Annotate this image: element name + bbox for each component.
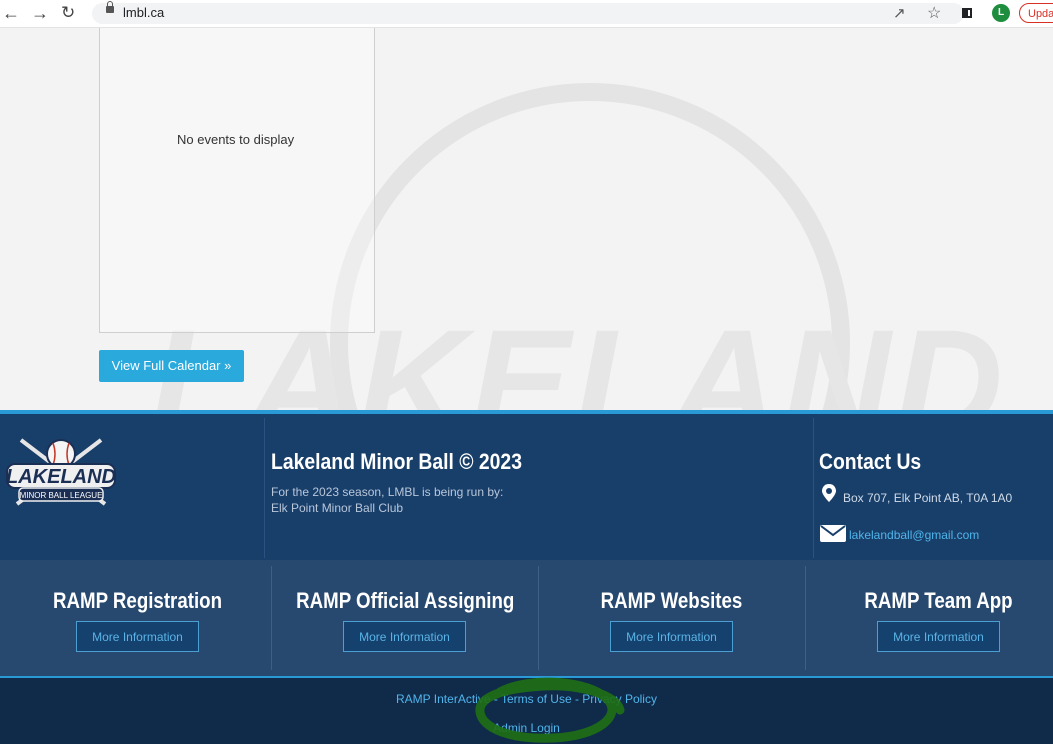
contact-title: Contact Us [819, 449, 922, 474]
address-bar[interactable] [92, 3, 964, 24]
ramp-products-bar [0, 560, 1053, 676]
ramp-team-app-title: RAMP Team App [864, 588, 1013, 613]
ramp-divider [538, 566, 539, 670]
ramp-team-app-more-button[interactable]: More Information [877, 621, 1000, 652]
footer-info: LAKELAND MINOR BALL LEAGUE Lakeland Mino… [0, 410, 1053, 560]
url-text[interactable]: lmbl.ca [123, 5, 164, 20]
browser-toolbar: ← → ↻ lmbl.ca ↗ ☆ L Upda [0, 0, 1053, 28]
footer-divider [813, 418, 814, 558]
footer-description: For the 2023 season, LMBL is being run b… [271, 484, 503, 516]
update-button[interactable]: Upda [1019, 3, 1053, 23]
green-scribble-annotation [475, 677, 625, 743]
profile-avatar[interactable]: L [992, 4, 1010, 22]
footer-title: Lakeland Minor Ball © 2023 [271, 449, 522, 474]
bookmark-star-icon[interactable]: ☆ [927, 3, 941, 23]
no-events-text: No events to display [177, 132, 295, 147]
ramp-websites-more-button[interactable]: More Information [610, 621, 733, 652]
location-pin-icon [822, 484, 836, 502]
view-full-calendar-button[interactable]: View Full Calendar » [99, 350, 244, 382]
ramp-registration-more-button[interactable]: More Information [76, 621, 199, 652]
lock-icon [106, 1, 114, 13]
ramp-divider [271, 566, 272, 670]
ramp-registration-title: RAMP Registration [52, 588, 223, 613]
calendar-panel [99, 28, 375, 333]
ramp-official-assigning-title: RAMP Official Assigning [296, 588, 515, 613]
share-icon[interactable]: ↗ [893, 4, 906, 22]
ramp-websites-title: RAMP Websites [600, 588, 743, 613]
side-panel-icon[interactable] [962, 8, 972, 18]
lakeland-logo[interactable]: LAKELAND MINOR BALL LEAGUE [5, 434, 117, 516]
footer-divider [264, 418, 265, 558]
svg-text:LAKELAND: LAKELAND [6, 466, 116, 488]
calendar-section: LAKELAND No events to display View Full … [0, 28, 1053, 410]
reload-icon[interactable]: ↻ [61, 3, 75, 23]
back-arrow-icon[interactable]: ← [2, 3, 20, 23]
ramp-divider [805, 566, 806, 670]
envelope-icon [820, 525, 846, 542]
footer-sub-line2: Elk Point Minor Ball Club [271, 501, 404, 515]
footer-sub-line1: For the 2023 season, LMBL is being run b… [271, 485, 504, 499]
contact-email[interactable]: lakelandball@gmail.com [849, 528, 979, 542]
forward-arrow-icon[interactable]: → [31, 3, 49, 23]
svg-text:MINOR BALL LEAGUE: MINOR BALL LEAGUE [20, 491, 103, 500]
ramp-official-assigning-more-button[interactable]: More Information [343, 621, 466, 652]
contact-address: Box 707, Elk Point AB, T0A 1A0 [843, 491, 1013, 505]
